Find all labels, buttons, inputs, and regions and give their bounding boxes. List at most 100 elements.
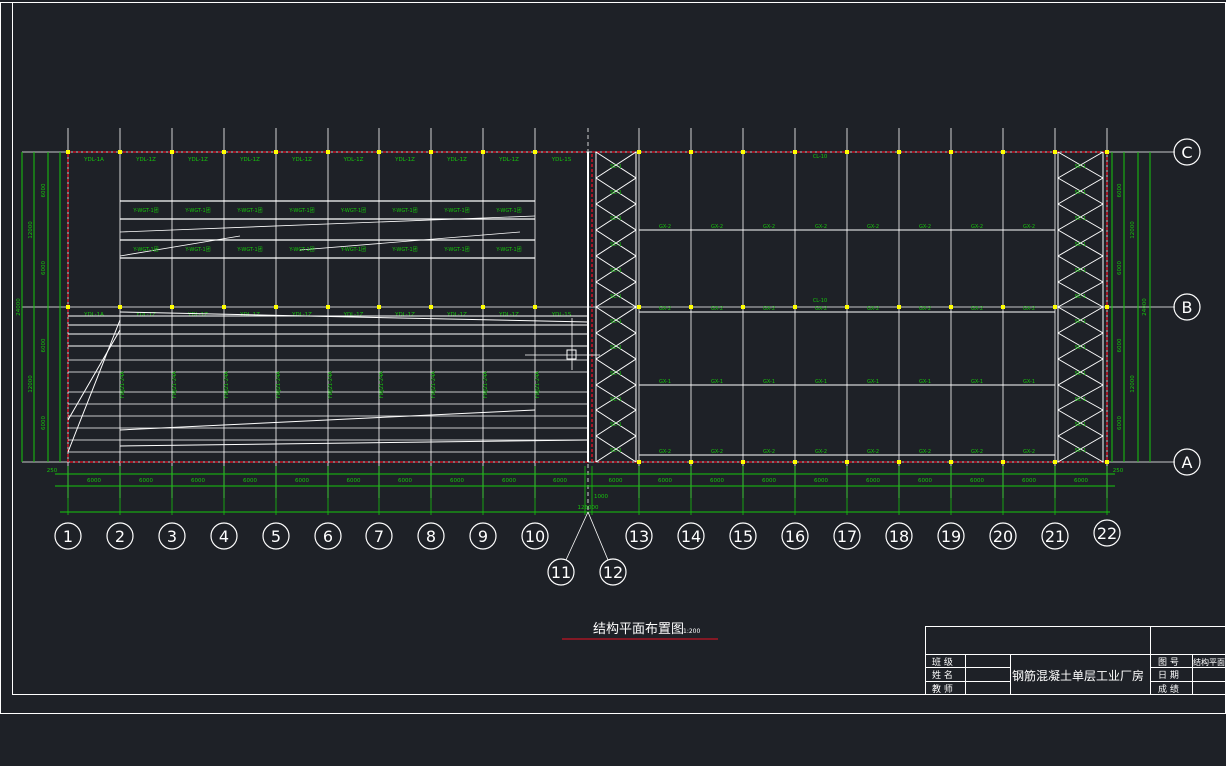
axis-bubble-label-8: 8 (426, 527, 436, 546)
purlin-label: GX-2 (659, 449, 671, 455)
purlin-label: GX-2 (971, 306, 983, 312)
dim-bay-label: 6000 (1022, 478, 1036, 484)
column-marker (949, 305, 953, 309)
truss-label: Y-WGT-1团 (443, 208, 469, 214)
dim-row-label: 6000 (1117, 261, 1123, 275)
beam-label: YDL-1A (83, 312, 104, 318)
column-marker (481, 150, 485, 154)
column-marker (170, 150, 174, 154)
truss-label: Y-WGT-1团 (391, 247, 417, 253)
dim-bay-label: 6000 (295, 478, 309, 484)
truss-label: Y-WGT-1团 (288, 208, 314, 214)
column-marker (1001, 305, 1005, 309)
dim-bay-label: 6000 (918, 478, 932, 484)
roof-girder-label: YWJ21-24A (224, 371, 230, 400)
brace-label: SC-1 (1075, 319, 1087, 325)
roof-girder-label: YWJ21-24A (431, 371, 437, 400)
axis-bubble-label-C: C (1181, 143, 1192, 162)
column-marker (377, 305, 381, 309)
purlin-label: GX-2 (867, 224, 879, 230)
roof-girder-label: YWJ21-24A (172, 371, 178, 400)
column-marker (1001, 460, 1005, 464)
column-marker (793, 150, 797, 154)
brace-diagonal (68, 320, 120, 452)
purlin-label: GX-1 (711, 379, 723, 385)
brace-label: SC-1 (610, 268, 622, 274)
axis-bubble-label-A: A (1182, 453, 1193, 472)
axis-bubble-label-9: 9 (478, 527, 488, 546)
axis-grid-lines (22, 128, 1175, 510)
column-marker (637, 305, 641, 309)
truss-label: Y-WGT-1团 (443, 247, 469, 253)
purlin-label: GX-1 (971, 379, 983, 385)
truss-diagonal (120, 236, 240, 256)
top-beam-label: CL-10 (813, 154, 827, 160)
brace-label: SC-1 (610, 190, 622, 196)
purlin-label: GX-2 (763, 224, 775, 230)
dim-total-width-label: 24000 (1142, 298, 1148, 316)
title-block-drawing-no-label: 图 号 (1158, 657, 1179, 668)
brace-diagonal (120, 440, 588, 446)
dim-half-label: 12000 (28, 221, 34, 239)
column-marker (689, 150, 693, 154)
title-block-name-label: 姓 名 (932, 669, 953, 681)
truss-label: Y-WGT-1团 (495, 208, 521, 214)
axis-bubble-label-21: 21 (1045, 527, 1065, 546)
axis-bubble-label-3: 3 (167, 527, 177, 546)
purlin-label: GX-2 (659, 224, 671, 230)
axis-bubble-label-7: 7 (374, 527, 384, 546)
brace-label: SC-1 (610, 422, 622, 428)
outer-sheet-frame (1, 3, 1226, 714)
brace-label: SC-1 (610, 448, 622, 454)
brace-label: SC-1 (610, 242, 622, 248)
column-marker (845, 460, 849, 464)
dim-row-label: 6000 (41, 338, 47, 352)
roof-girder-label: YWJ21-24A (483, 371, 489, 400)
axis-bubble-label-1: 1 (63, 527, 73, 546)
brace-label: SC-1 (610, 345, 622, 351)
axis-bubble-label-20: 20 (993, 527, 1013, 546)
purlin-label: GX-2 (659, 306, 671, 312)
axis-bubble-label-4: 4 (219, 527, 229, 546)
axis-bubble-label-6: 6 (323, 527, 333, 546)
dim-bay-label: 6000 (87, 478, 101, 484)
purlin-label: GX-2 (971, 224, 983, 230)
purlin-label: GX-2 (1023, 306, 1035, 312)
dim-total-label: 126000 (578, 505, 599, 511)
structural-plan-drawing[interactable]: YDL-1AYDL-1ZYDL-1ZYDL-1ZYDL-1ZYDL-1ZYDL-… (0, 0, 1226, 762)
column-marker (637, 150, 641, 154)
column-marker (949, 150, 953, 154)
left-half-members: YDL-1AYDL-1ZYDL-1ZYDL-1ZYDL-1ZYDL-1ZYDL-… (66, 150, 600, 452)
beam-label: YDL-1Z (291, 157, 312, 163)
column-marker (897, 460, 901, 464)
column-marker (429, 305, 433, 309)
beam-label: YDL-1Z (394, 157, 415, 163)
brace-label: SC-1 (1075, 268, 1087, 274)
column-marker (1105, 150, 1109, 154)
axis-bubble-label-17: 17 (837, 527, 857, 546)
purlin-label: GX-2 (1023, 224, 1035, 230)
cad-drawing-canvas[interactable]: YDL-1AYDL-1ZYDL-1ZYDL-1ZYDL-1ZYDL-1ZYDL-… (0, 0, 1226, 762)
truss-label: Y-WGT-1团 (236, 208, 262, 214)
drawing-title: 结构平面布置图 (593, 622, 684, 637)
dim-bay-label: 6000 (1074, 478, 1088, 484)
brace-label: SC-1 (1075, 345, 1087, 351)
axis-bubbles: 12345678910111213141516171819202122CBA (55, 139, 1200, 585)
beam-label: YDL-1Z (135, 157, 156, 163)
purlin-label: GX-2 (971, 449, 983, 455)
truss-label: Y-WGT-1团 (236, 247, 262, 253)
roof-girder-label: YWJ21-24A (120, 371, 126, 400)
purlin-label: GX-1 (815, 379, 827, 385)
beam-label: YDL-1S (551, 312, 572, 318)
purlin-label: GX-2 (763, 306, 775, 312)
axis-bubble-label-13: 13 (629, 527, 649, 546)
dim-edge-label: 250 (1113, 468, 1124, 474)
dim-row-label: 6000 (1117, 416, 1123, 430)
beam-label: YDL-1Z (498, 157, 519, 163)
brace-label: SC-1 (1075, 164, 1087, 170)
truss-label: Y-WGT-1团 (132, 247, 158, 253)
title-block-project-name: 钢筋混凝土单层工业厂房 (1012, 668, 1144, 683)
brace-label: SC-1 (1075, 448, 1087, 454)
column-marker (481, 305, 485, 309)
title-block-date-label: 日 期 (1158, 670, 1179, 681)
